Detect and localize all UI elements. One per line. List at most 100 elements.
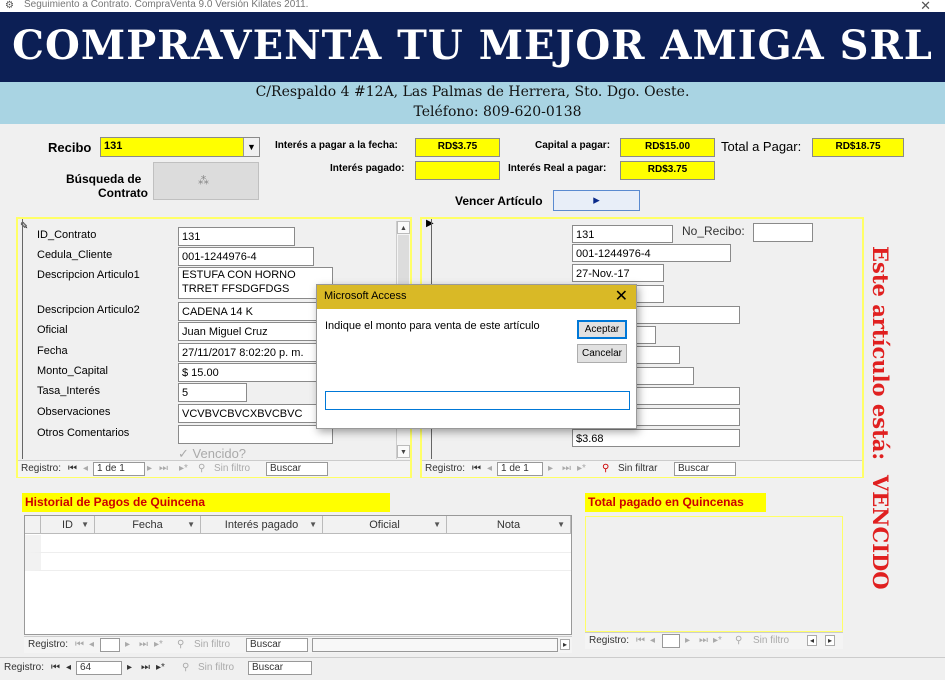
dialog-ok-button[interactable]: Aceptar [577,320,627,339]
nav-search-input[interactable]: Buscar [266,462,328,476]
vencido-label: Vencido? [192,446,247,461]
no-recibo-field[interactable] [753,223,813,242]
check-icon: ✓ [178,446,189,461]
dialog-close-icon[interactable]: ✕ [615,286,628,306]
dialog-amount-input[interactable] [325,391,630,410]
nav-filter-label-form[interactable]: Sin filtro [198,662,234,673]
nav-last-icon-hist[interactable]: ⏭ [139,639,148,650]
col-header-id[interactable]: ID ▼ [41,516,95,534]
contract-record-navbar: Registro: ⏮ ◂ 1 de 1 ▸ ⏭ ▸* ⚲ Sin filtro… [18,460,410,477]
nav-first-icon[interactable]: ⏮ [68,463,77,474]
col-header-oficial[interactable]: Oficial ▼ [323,516,447,534]
nav-new-icon-tot[interactable]: ▸* [713,635,722,646]
nav-record-input-right[interactable]: 1 de 1 [497,462,543,476]
field-desc1-line1: ESTUFA CON HORNO [182,269,296,281]
col-dropdown-icon[interactable]: ▼ [187,516,195,534]
field-oficial[interactable]: Juan Miguel Cruz [178,322,333,341]
nav-new-icon-hist[interactable]: ▸* [154,639,163,650]
nav-record-input-tot[interactable] [662,634,680,648]
nav-new-icon-form[interactable]: ▸* [156,662,165,673]
historial-grid: ID ▼ Fecha ▼ Interés pagado ▼ Oficial ▼ Nota… [24,515,572,635]
col-dropdown-icon[interactable]: ▼ [81,516,89,534]
col-dropdown-icon[interactable]: ▼ [557,516,565,534]
nav-last-icon-right[interactable]: ⏭ [562,463,571,474]
nav-new-icon-right[interactable]: ▸* [577,463,586,474]
navbar-registro-label: Registro: [21,463,62,474]
window-titlebar: ⚙ Seguimiento a Contrato. CompraVenta 9.… [0,0,945,13]
scroll-down-icon[interactable]: ▼ [397,445,410,458]
recibo-combo[interactable]: 131 ▼ [100,137,260,157]
grid-corner[interactable] [25,516,41,534]
nav-next-icon-tot[interactable]: ▸ [685,635,690,646]
nav-prev-icon-hist[interactable]: ◂ [89,639,94,650]
field-monto[interactable]: $ 15.00 [178,363,333,382]
capital-label: Capital a pagar: [535,140,611,151]
field-label-id: ID_Contrato [37,229,97,241]
nav-next-icon[interactable]: ▸ [147,463,152,474]
col-header-nota[interactable]: Nota ▼ [447,516,571,534]
nav-next-icon-right[interactable]: ▸ [548,463,553,474]
nav-last-icon-tot[interactable]: ⏭ [699,635,708,646]
nav-last-icon[interactable]: ⏭ [159,463,168,474]
dialog-cancel-button[interactable]: Cancelar [577,344,627,363]
nav-last-icon-form[interactable]: ⏭ [141,662,150,673]
capital-value: RD$15.00 [620,138,715,157]
nav-filter-label-right[interactable]: Sin filtrar [618,463,657,474]
nav-next-icon-form[interactable]: ▸ [127,662,132,673]
nav-prev-icon[interactable]: ◂ [83,463,88,474]
field-label-cedula: Cedula_Cliente [37,249,113,261]
busqueda-label-2: Contrato [98,186,148,200]
nav-new-icon[interactable]: ▸* [179,463,188,474]
nav-record-input-form[interactable]: 64 [76,661,122,675]
field-label-monto: Monto_Capital [37,365,108,377]
col-dropdown-icon[interactable]: ▼ [309,516,317,534]
nav-filter-label[interactable]: Sin filtro [214,463,250,474]
col-dropdown-icon[interactable]: ▼ [433,516,441,534]
field-cedula[interactable]: 001-1244976-4 [178,247,314,266]
field-tasa[interactable]: 5 [178,383,247,402]
field-desc1[interactable]: ESTUFA CON HORNO TRRET FFSDGFDGS [178,267,333,299]
scroll-up-icon[interactable]: ▲ [397,221,410,234]
nav-prev-icon-form[interactable]: ◂ [66,662,71,673]
nav-filter-label-tot[interactable]: Sin filtro [753,635,789,646]
field-comentarios[interactable] [178,425,333,444]
scroll-right-icon[interactable]: ▸ [825,635,836,646]
field-observaciones[interactable]: VCVBVCBVCXBVCBVC [178,404,333,423]
nav-record-input-hist[interactable] [100,638,120,652]
busqueda-contrato-button[interactable]: ⁂ [153,162,259,200]
nav-first-icon-hist[interactable]: ⏮ [75,639,84,650]
record-selector-bar [22,219,23,459]
right-field-10[interactable]: $3.68 [572,429,740,447]
nav-first-icon-form[interactable]: ⏮ [51,662,60,673]
navbar-registro-label-form: Registro: [4,662,45,673]
search-binoculars-icon: ⁂ [198,175,209,187]
right-field-1[interactable]: 001-1244976-4 [572,244,731,262]
col-header-interes[interactable]: Interés pagado ▼ [201,516,323,534]
nav-search-input-form[interactable]: Buscar [248,661,312,675]
chevron-down-icon[interactable]: ▼ [243,138,259,156]
hist-hscroll[interactable] [312,638,558,652]
vencer-label: Vencer Artículo [455,194,543,208]
nav-search-input-right[interactable]: Buscar [674,462,736,476]
nav-first-icon-tot[interactable]: ⏮ [636,635,645,646]
table-row[interactable] [25,535,571,553]
nav-first-icon-right[interactable]: ⏮ [472,463,481,474]
nav-search-input-hist[interactable]: Buscar [246,638,308,652]
right-field-2[interactable]: 27-Nov.-17 [572,264,664,282]
nav-prev-icon-tot[interactable]: ◂ [650,635,655,646]
nav-next-icon-hist[interactable]: ▸ [125,639,130,650]
nav-record-input[interactable]: 1 de 1 [93,462,145,476]
nav-filter-label-hist[interactable]: Sin filtro [194,639,230,650]
field-desc2[interactable]: CADENA 14 K [178,302,333,321]
field-id-contrato[interactable]: 131 [178,227,295,246]
scroll-left-icon[interactable]: ◂ [807,635,818,646]
right-field-0[interactable]: 131 [572,225,673,243]
company-address: C/Respaldo 4 #12A, Las Palmas de Herrera… [255,84,690,100]
nav-prev-icon-right[interactable]: ◂ [487,463,492,474]
vencer-articulo-button[interactable]: ▸ [553,190,640,211]
payment-record-navbar: Registro: ⏮ ◂ 1 de 1 ▸ ⏭ ▸* ⚲ Sin filtra… [422,460,862,477]
table-row[interactable] [25,553,571,571]
field-fecha[interactable]: 27/11/2017 8:02:20 p. m. [178,343,333,362]
col-header-fecha[interactable]: Fecha ▼ [95,516,201,534]
scroll-right-icon[interactable]: ▸ [560,639,571,650]
